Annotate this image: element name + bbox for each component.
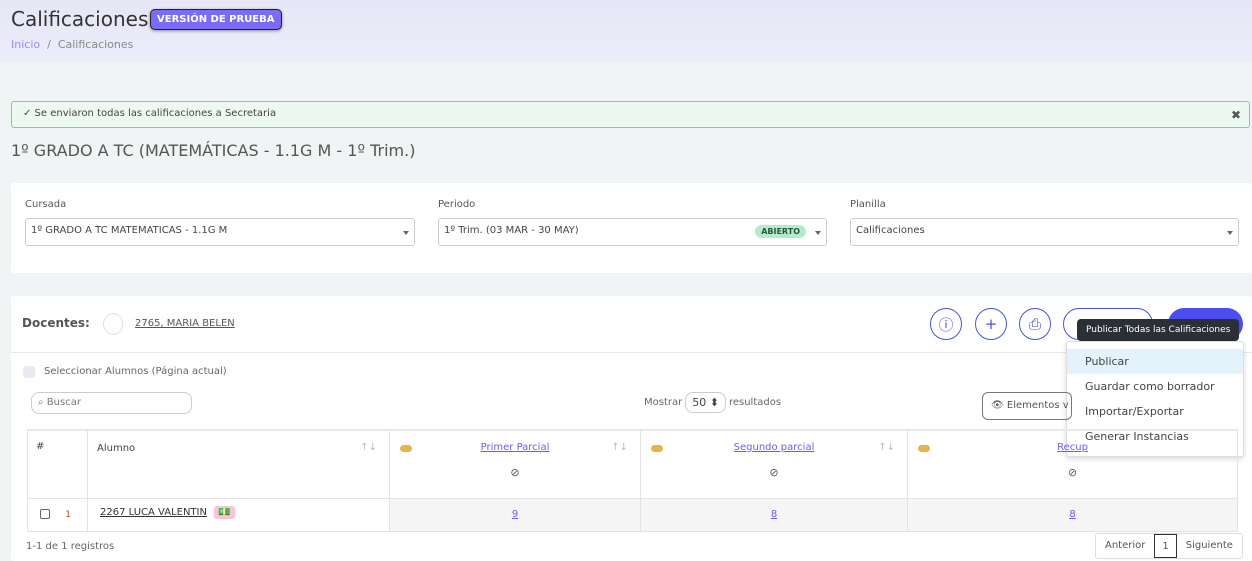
- sort-icon[interactable]: ↑↓: [878, 442, 895, 453]
- search-input[interactable]: ⌕ Buscar: [31, 392, 192, 414]
- docente-link[interactable]: 2765, MARIA BELEN: [135, 318, 235, 329]
- cursada-select[interactable]: 1º GRADO A TC MATEMATICAS - 1.1G M: [25, 218, 415, 246]
- col-alumno[interactable]: Alumno ↑↓: [87, 430, 389, 498]
- page-size-select[interactable]: 50 ⬍: [685, 392, 726, 413]
- success-alert: ✓ Se enviaron todas las calificaciones a…: [11, 101, 1250, 128]
- page-size-value: 50: [692, 396, 707, 409]
- grade-cell: 9: [389, 498, 640, 531]
- next-page-button[interactable]: Siguiente: [1177, 534, 1242, 558]
- plus-icon: +: [984, 315, 998, 333]
- col-segundo-parcial-link[interactable]: Segundo parcial: [734, 442, 815, 453]
- col-number: #: [27, 430, 87, 498]
- show-prefix: Mostrar: [644, 397, 683, 408]
- chevron-down-icon: [403, 231, 409, 238]
- table-row: 1: [27, 498, 87, 531]
- grade-link[interactable]: 8: [1069, 509, 1075, 520]
- eye-slash-icon[interactable]: ⊘: [908, 466, 1237, 479]
- planilla-value: Calificaciones: [856, 225, 925, 236]
- visible-elements-label: Elementos v: [1006, 400, 1069, 411]
- col-primer-parcial: Primer Parcial ↑↓ ⊘: [389, 430, 640, 498]
- pagination: Anterior 1 Siguiente: [1095, 533, 1243, 559]
- close-icon[interactable]: ✖: [1231, 108, 1241, 122]
- show-suffix: resultados: [728, 397, 782, 408]
- status-dot: [918, 445, 930, 452]
- breadcrumb: Inicio / Calificaciones: [11, 38, 134, 51]
- select-all-label: Seleccionar Alumnos (Página actual): [44, 366, 227, 377]
- course-title: 1º GRADO A TC (MATEMÁTICAS - 1.1G M - 1º…: [11, 141, 416, 160]
- cursada-label: Cursada: [25, 199, 67, 210]
- avatar: [103, 313, 123, 335]
- sort-icon[interactable]: ↑↓: [360, 442, 377, 453]
- breadcrumb-current: Calificaciones: [57, 38, 134, 51]
- col-segundo-parcial: Segundo parcial ↑↓ ⊘: [640, 430, 907, 498]
- col-alumno-label: Alumno: [97, 443, 136, 454]
- search-icon: ⌕: [38, 397, 44, 408]
- select-all-checkbox[interactable]: [23, 366, 35, 378]
- eye-icon: 👁: [991, 400, 1004, 411]
- col-recup-link[interactable]: Recup: [1057, 442, 1088, 453]
- search-placeholder: Buscar: [46, 397, 81, 408]
- col-primer-parcial-link[interactable]: Primer Parcial: [481, 442, 550, 453]
- grade-cell: 8: [640, 498, 907, 531]
- alumno-cell: 2267 LUCA VALENTIN 💵: [87, 498, 389, 531]
- print-button[interactable]: ⎙: [1019, 308, 1051, 340]
- alumno-link[interactable]: 2267 LUCA VALENTIN: [100, 507, 207, 518]
- grade-cell: 8: [907, 498, 1238, 531]
- chevron-down-icon: [815, 231, 821, 238]
- row-number: 1: [65, 510, 71, 520]
- grade-link[interactable]: 8: [771, 509, 777, 520]
- page-title: Calificaciones: [11, 7, 149, 31]
- page-1-button[interactable]: 1: [1154, 534, 1177, 558]
- table-bottom-border: [27, 531, 1238, 532]
- eye-slash-icon[interactable]: ⊘: [641, 466, 907, 479]
- menu-item-borrador[interactable]: Guardar como borrador: [1067, 374, 1243, 399]
- trial-badge: VERSIÓN DE PRUEBA: [150, 9, 282, 30]
- status-badge: ABIERTO: [755, 225, 806, 238]
- status-dot: [651, 445, 663, 452]
- planilla-select[interactable]: Calificaciones: [850, 218, 1239, 246]
- docentes-label: Docentes:: [22, 316, 90, 330]
- eye-slash-icon[interactable]: ⊘: [390, 466, 640, 479]
- prev-page-button[interactable]: Anterior: [1096, 534, 1154, 558]
- row-checkbox[interactable]: [40, 509, 50, 519]
- col-recuperatorio: Recup ⊘: [907, 430, 1238, 498]
- page-size-control: Mostrar 50 ⬍ resultados: [644, 392, 781, 413]
- visible-elements-button[interactable]: 👁 Elementos v: [982, 392, 1072, 420]
- cursada-value: 1º GRADO A TC MATEMATICAS - 1.1G M: [31, 225, 228, 236]
- periodo-select[interactable]: 1º Trim. (03 MAR - 30 MAY) ABIERTO: [438, 218, 827, 246]
- tooltip: Publicar Todas las Calificaciones: [1077, 319, 1240, 341]
- periodo-value: 1º Trim. (03 MAR - 30 MAY): [444, 225, 579, 236]
- grade-link[interactable]: 9: [512, 509, 518, 520]
- menu-item-importar[interactable]: Importar/Exportar: [1067, 399, 1243, 424]
- info-button[interactable]: ⓘ: [930, 308, 962, 340]
- breadcrumb-home[interactable]: Inicio: [11, 38, 40, 51]
- periodo-label: Periodo: [438, 199, 476, 210]
- money-icon: 💵: [214, 506, 235, 519]
- printer-icon: ⎙: [1028, 315, 1041, 333]
- status-dot: [400, 445, 412, 452]
- records-count: 1-1 de 1 registros: [26, 541, 115, 552]
- menu-item-publicar[interactable]: Publicar: [1067, 349, 1243, 374]
- chevron-down-icon: [1227, 231, 1233, 238]
- info-icon: ⓘ: [938, 315, 954, 334]
- sort-icon[interactable]: ↑↓: [611, 442, 628, 453]
- alert-message: ✓ Se enviaron todas las calificaciones a…: [23, 108, 277, 119]
- add-button[interactable]: +: [975, 308, 1007, 340]
- planilla-label: Planilla: [850, 199, 886, 210]
